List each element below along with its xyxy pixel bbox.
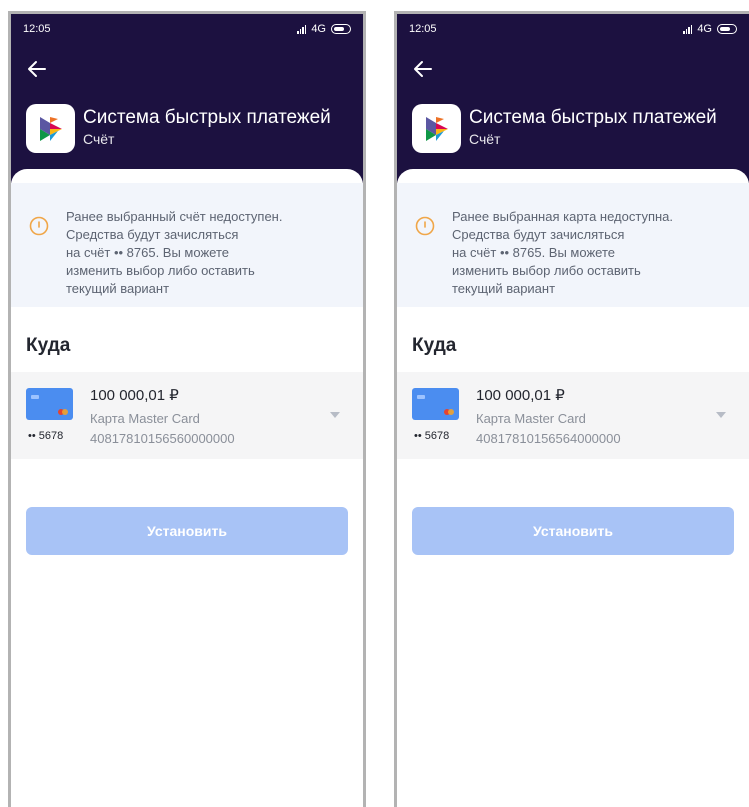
sbp-logo-icon (39, 116, 62, 141)
sbp-logo-icon (425, 116, 448, 141)
notice-line: изменить выбор либо оставить (452, 263, 641, 278)
status-indicators: 4G (297, 23, 351, 35)
section-title: Куда (412, 335, 457, 356)
status-bar: 12:05 4G (23, 20, 351, 38)
status-indicators: 4G (683, 23, 737, 35)
notice-line: на счёт •• 8765. Вы можете (66, 245, 229, 260)
notice-banner: Ранее выбранный счёт недоступен. Средств… (11, 183, 363, 307)
page-subtitle: Счёт (469, 131, 501, 147)
card-mask: •• 5678 (28, 430, 64, 442)
card-name: Карта Master Card (476, 411, 586, 426)
phone-screen-right: 12:05 4G Система быстрых платежей Счёт Р… (394, 11, 749, 807)
notice-line: Средства будут зачисляться (452, 227, 625, 242)
arrow-left-icon (414, 61, 432, 77)
arrow-left-icon (28, 61, 46, 77)
status-time: 12:05 (409, 23, 437, 35)
account-selector[interactable]: •• 5678 100 000,01 ₽ Карта Master Card 4… (397, 372, 749, 459)
notice-line: Ранее выбранная карта недоступна. (452, 209, 674, 224)
page-title: Система быстрых платежей (469, 107, 717, 128)
network-type: 4G (311, 23, 326, 35)
notice-line: текущий вариант (452, 281, 556, 296)
back-button[interactable] (25, 57, 49, 81)
info-circle-icon (29, 216, 49, 236)
account-number: 40817810156560000000 (90, 431, 235, 446)
card-mask: •• 5678 (414, 430, 450, 442)
install-button[interactable]: Установить (26, 507, 348, 555)
install-button[interactable]: Установить (412, 507, 734, 555)
account-amount: 100 000,01 ₽ (90, 387, 179, 404)
phone-screen-left: 12:05 4G Система быстрых платежей Счёт Р… (8, 11, 366, 807)
account-amount: 100 000,01 ₽ (476, 387, 565, 404)
content-sheet: Ранее выбранный счёт недоступен. Средств… (11, 169, 363, 807)
mastercard-icon (58, 409, 68, 415)
status-bar: 12:05 4G (409, 20, 737, 38)
account-number: 40817810156564000000 (476, 431, 621, 446)
sbp-logo (26, 104, 75, 153)
notice-line: изменить выбор либо оставить (66, 263, 255, 278)
info-circle-icon (415, 216, 435, 236)
notice-line: текущий вариант (66, 281, 170, 296)
notice-text: Ранее выбранный счёт недоступен. Средств… (66, 208, 346, 298)
notice-text: Ранее выбранная карта недоступна. Средст… (452, 208, 712, 298)
signal-icon (683, 24, 693, 34)
chevron-down-icon[interactable] (330, 412, 340, 418)
battery-icon (717, 24, 737, 34)
notice-line: Ранее выбранный счёт недоступен. (66, 209, 283, 224)
page-title: Система быстрых платежей (83, 107, 331, 128)
mastercard-icon (444, 409, 454, 415)
network-type: 4G (697, 23, 712, 35)
chevron-down-icon[interactable] (716, 412, 726, 418)
battery-icon (331, 24, 351, 34)
status-time: 12:05 (23, 23, 51, 35)
notice-line: Средства будут зачисляться (66, 227, 239, 242)
card-name: Карта Master Card (90, 411, 200, 426)
card-icon (26, 388, 73, 420)
card-icon (412, 388, 459, 420)
sbp-logo (412, 104, 461, 153)
back-button[interactable] (411, 57, 435, 81)
account-selector[interactable]: •• 5678 100 000,01 ₽ Карта Master Card 4… (11, 372, 363, 459)
signal-icon (297, 24, 307, 34)
section-title: Куда (26, 335, 71, 356)
notice-banner: Ранее выбранная карта недоступна. Средст… (397, 183, 749, 307)
notice-line: на счёт •• 8765. Вы можете (452, 245, 615, 260)
card-chip (31, 395, 39, 399)
page-subtitle: Счёт (83, 131, 115, 147)
content-sheet: Ранее выбранная карта недоступна. Средст… (397, 169, 749, 807)
card-chip (417, 395, 425, 399)
